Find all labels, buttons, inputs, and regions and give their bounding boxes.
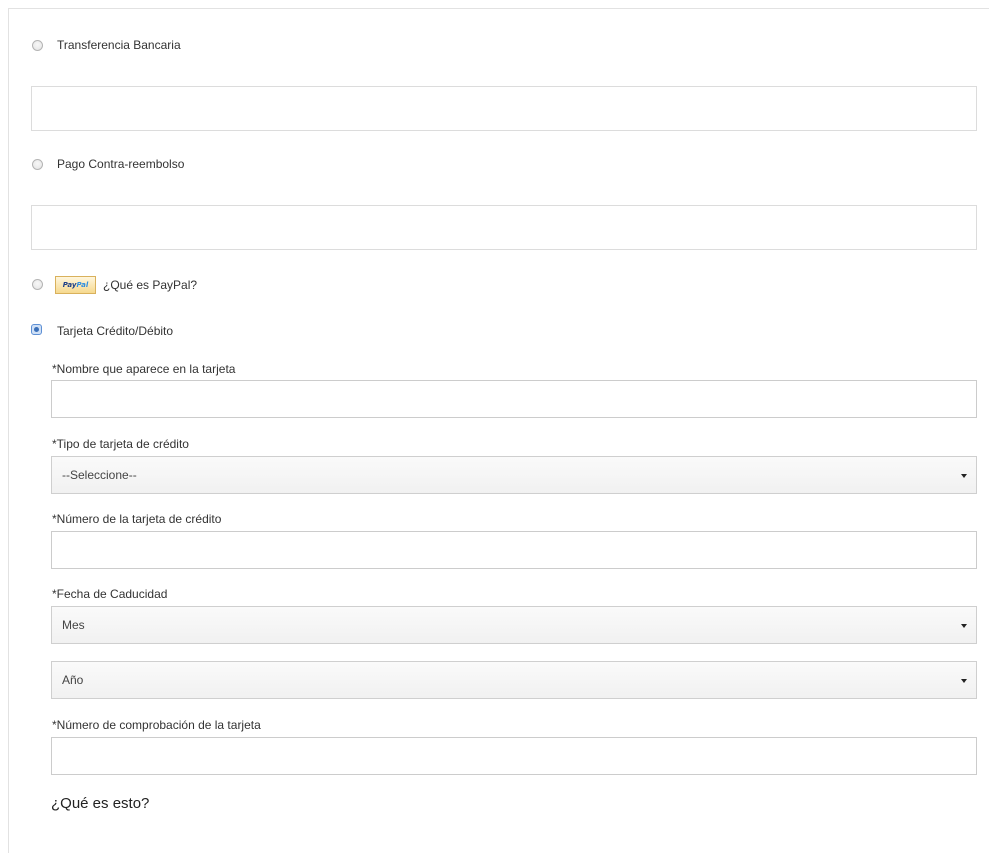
cvv-input[interactable] <box>51 737 977 775</box>
paypal-logo: PayPal <box>55 276 96 294</box>
card-name-label: *Nombre que aparece en la tarjeta <box>52 362 236 376</box>
radio-bank-transfer[interactable] <box>32 40 43 51</box>
radio-paypal[interactable] <box>32 279 43 290</box>
card-type-selected-value: --Seleccione-- <box>62 468 137 482</box>
card-number-label: *Número de la tarjeta de crédito <box>52 512 222 526</box>
cash-on-delivery-info-box <box>31 205 977 250</box>
option-label-cash-on-delivery[interactable]: Pago Contra-reembolso <box>57 157 184 171</box>
radio-credit-card[interactable] <box>31 324 42 335</box>
expiry-year-selected-value: Año <box>62 673 84 687</box>
expiry-date-label: *Fecha de Caducidad <box>52 587 168 601</box>
whats-this-link[interactable]: ¿Qué es esto? <box>51 795 149 813</box>
expiry-month-select[interactable]: Mes <box>51 606 977 644</box>
expiry-month-selected-value: Mes <box>62 618 85 632</box>
radio-cash-on-delivery[interactable] <box>32 159 43 170</box>
bank-transfer-info-box <box>31 86 977 131</box>
card-type-label: *Tipo de tarjeta de crédito <box>52 437 189 451</box>
option-label-credit-card[interactable]: Tarjeta Crédito/Débito <box>57 324 173 338</box>
paypal-info-link[interactable]: ¿Qué es PayPal? <box>103 278 197 292</box>
card-type-select[interactable]: --Seleccione-- <box>51 456 977 494</box>
expiry-year-select[interactable]: Año <box>51 661 977 699</box>
option-label-bank-transfer[interactable]: Transferencia Bancaria <box>57 38 181 52</box>
cvv-label: *Número de comprobación de la tarjeta <box>52 718 261 732</box>
card-number-input[interactable] <box>51 531 977 569</box>
card-name-input[interactable] <box>51 380 977 418</box>
chevron-down-icon <box>961 679 967 683</box>
chevron-down-icon <box>961 624 967 628</box>
chevron-down-icon <box>961 474 967 478</box>
